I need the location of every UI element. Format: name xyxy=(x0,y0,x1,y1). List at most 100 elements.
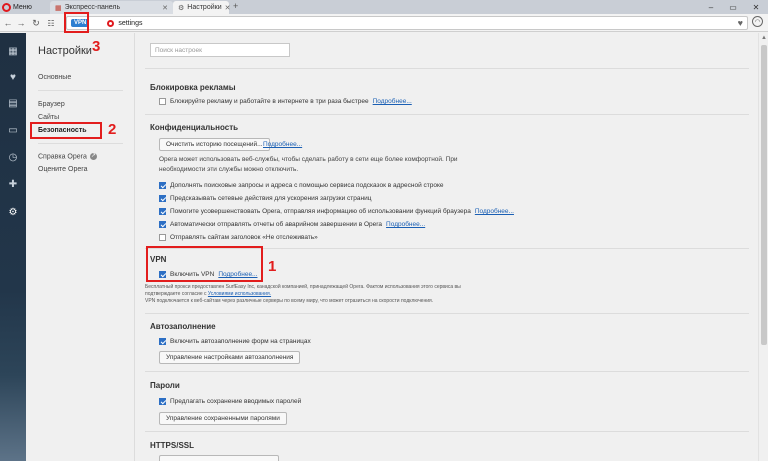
vpn-note-3: VPN подключается к веб-сайтам через разл… xyxy=(145,298,434,304)
https-button[interactable] xyxy=(159,455,279,461)
manage-passwords-button[interactable]: Управление сохраненными паролями xyxy=(159,412,287,425)
reload-icon[interactable]: ↻ xyxy=(30,16,42,30)
option-label: Автоматически отправлять отчеты об авари… xyxy=(170,221,383,228)
opera-sidebar: ▦ ♥ ▤ ▭ ◷ ✚ ⚙ xyxy=(0,33,26,461)
option-label: Блокируйте рекламу и работайте в интерне… xyxy=(170,98,369,105)
heart-icon[interactable]: ♥ xyxy=(6,70,20,84)
opera-page-icon xyxy=(107,19,115,27)
speed-dial-icon[interactable]: ▦ xyxy=(6,44,20,58)
privacy-option-suggestions[interactable]: Дополнять поисковые запросы и адреса с п… xyxy=(159,182,444,189)
vpn-note-2-text: подтверждаете согласие с xyxy=(145,291,207,297)
nav-item-basic[interactable]: Основные xyxy=(38,74,71,81)
option-label: Помогите усовершенствовать Opera, отправ… xyxy=(170,208,471,215)
speed-dial-icon: ▦ xyxy=(55,4,62,12)
divider xyxy=(145,371,749,372)
checkbox-checked[interactable] xyxy=(159,398,166,405)
annotation-box-vpn xyxy=(146,246,263,282)
account-icon[interactable]: ◠ xyxy=(752,16,763,27)
section-title-adblock: Блокировка рекламы xyxy=(150,83,236,92)
checkbox-unchecked[interactable] xyxy=(159,234,166,241)
nav-item-sites[interactable]: Сайты xyxy=(38,114,59,121)
crash-more-link[interactable]: Подробнее... xyxy=(386,221,425,228)
tab-settings[interactable]: ⚙ Настройки ✕ xyxy=(173,1,231,14)
nav-item-rate[interactable]: Оцените Opera xyxy=(38,166,87,173)
option-label: Включить автозаполнение форм на страница… xyxy=(170,338,311,345)
extensions-icon[interactable]: ✚ xyxy=(6,177,20,191)
divider xyxy=(145,431,749,432)
annotation-label-3: 3 xyxy=(92,38,101,55)
back-icon[interactable]: ← xyxy=(2,16,14,30)
vpn-note-1: Бесплатный прокси предоставлен SurfEasy … xyxy=(145,284,461,290)
section-title-autofill: Автозаполнение xyxy=(150,322,216,331)
settings-nav: Настройки Основные Браузер Сайты Безопас… xyxy=(26,33,135,461)
opera-menu-button[interactable]: Меню xyxy=(2,1,32,13)
checkbox-checked[interactable] xyxy=(159,338,166,345)
help-label: Справка Opera xyxy=(38,153,87,161)
annotation-box-security xyxy=(30,122,102,139)
heart-icon[interactable]: ♥ xyxy=(738,18,743,28)
checkbox-checked[interactable] xyxy=(159,182,166,189)
section-title-https: HTTPS/SSL xyxy=(150,441,195,450)
passwords-option[interactable]: Предлагать сохранение вводимых паролей xyxy=(159,398,301,405)
option-label: Предсказывать сетевые действия для ускор… xyxy=(170,195,372,202)
privacy-more-link[interactable]: Подробнее... xyxy=(263,141,302,148)
divider xyxy=(145,68,749,69)
close-tab-icon[interactable]: ✕ xyxy=(225,4,231,12)
privacy-option-usage[interactable]: Помогите усовершенствовать Opera, отправ… xyxy=(159,208,514,215)
nav-item-browser[interactable]: Браузер xyxy=(38,101,65,108)
tab-grid-icon[interactable]: ☷ xyxy=(45,16,57,30)
menu-label: Меню xyxy=(13,3,32,11)
annotation-label-1: 1 xyxy=(268,258,277,275)
devices-icon[interactable]: ▭ xyxy=(6,123,20,137)
maximize-icon[interactable]: ▭ xyxy=(722,0,744,14)
autofill-option[interactable]: Включить автозаполнение форм на страница… xyxy=(159,338,311,345)
option-label: Предлагать сохранение вводимых паролей xyxy=(170,398,302,405)
external-link-icon: ↗ xyxy=(89,153,97,160)
tab-label: Настройки xyxy=(187,4,222,11)
divider xyxy=(38,90,123,91)
url-text[interactable]: settings xyxy=(118,20,142,27)
close-tab-icon[interactable]: ✕ xyxy=(162,4,168,12)
option-label: Дополнять поисковые запросы и адреса с п… xyxy=(170,182,444,189)
minimize-icon[interactable]: – xyxy=(700,0,722,14)
privacy-option-dnt[interactable]: Отправлять сайтам заголовок «Не отслежив… xyxy=(159,234,318,241)
nav-item-help[interactable]: Справка Opera ↗ xyxy=(38,153,97,160)
gear-icon[interactable]: ⚙ xyxy=(6,205,20,219)
divider xyxy=(145,313,749,314)
checkbox-checked[interactable] xyxy=(159,195,166,202)
vpn-note-2: подтверждаете согласие с Условиями испол… xyxy=(145,291,271,298)
close-window-icon[interactable]: ✕ xyxy=(744,0,768,14)
terms-link[interactable]: Условиями использования. xyxy=(208,291,271,297)
manage-autofill-button[interactable]: Управление настройками автозаполнения xyxy=(159,351,301,364)
divider xyxy=(145,114,749,115)
tab-label: Экспресс-панель xyxy=(64,4,121,11)
news-icon[interactable]: ▤ xyxy=(6,96,20,110)
search-input[interactable]: Поиск настроек xyxy=(150,43,290,57)
option-label: Отправлять сайтам заголовок «Не отслежив… xyxy=(170,234,318,241)
usage-more-link[interactable]: Подробнее... xyxy=(475,208,514,215)
checkbox-checked[interactable] xyxy=(159,208,166,215)
privacy-description: Opera может использовать веб-службы, что… xyxy=(159,156,458,173)
checkbox-checked[interactable] xyxy=(159,221,166,228)
adblock-more-link[interactable]: Подробнее... xyxy=(373,98,412,105)
gear-icon: ⚙ xyxy=(178,4,185,12)
adblock-option[interactable]: Блокируйте рекламу и работайте в интерне… xyxy=(159,98,412,105)
forward-icon[interactable]: → xyxy=(15,16,27,30)
address-bar[interactable]: VPN settings ♥ xyxy=(66,16,748,30)
section-title-privacy: Конфиденциальность xyxy=(150,123,239,132)
page-title: Настройки xyxy=(38,45,92,57)
clear-history-button[interactable]: Очистить историю посещений... xyxy=(159,138,270,151)
history-icon[interactable]: ◷ xyxy=(6,150,20,164)
new-tab-icon[interactable]: + xyxy=(233,1,238,11)
scroll-up-icon[interactable]: ▲ xyxy=(761,35,767,41)
privacy-option-crash-reports[interactable]: Автоматически отправлять отчеты об авари… xyxy=(159,221,425,228)
scrollbar[interactable]: ▲ xyxy=(758,33,768,461)
privacy-option-predict[interactable]: Предсказывать сетевые действия для ускор… xyxy=(159,195,371,202)
annotation-box-vpn-badge xyxy=(64,12,89,33)
scrollbar-thumb[interactable] xyxy=(761,45,767,345)
divider xyxy=(38,143,123,144)
adblock-checkbox[interactable] xyxy=(159,98,166,105)
section-title-passwords: Пароли xyxy=(150,381,180,390)
tab-strip: Меню ▦ Экспресс-панель ✕ ⚙ Настройки ✕ +… xyxy=(0,0,768,14)
annotation-label-2: 2 xyxy=(108,121,117,138)
